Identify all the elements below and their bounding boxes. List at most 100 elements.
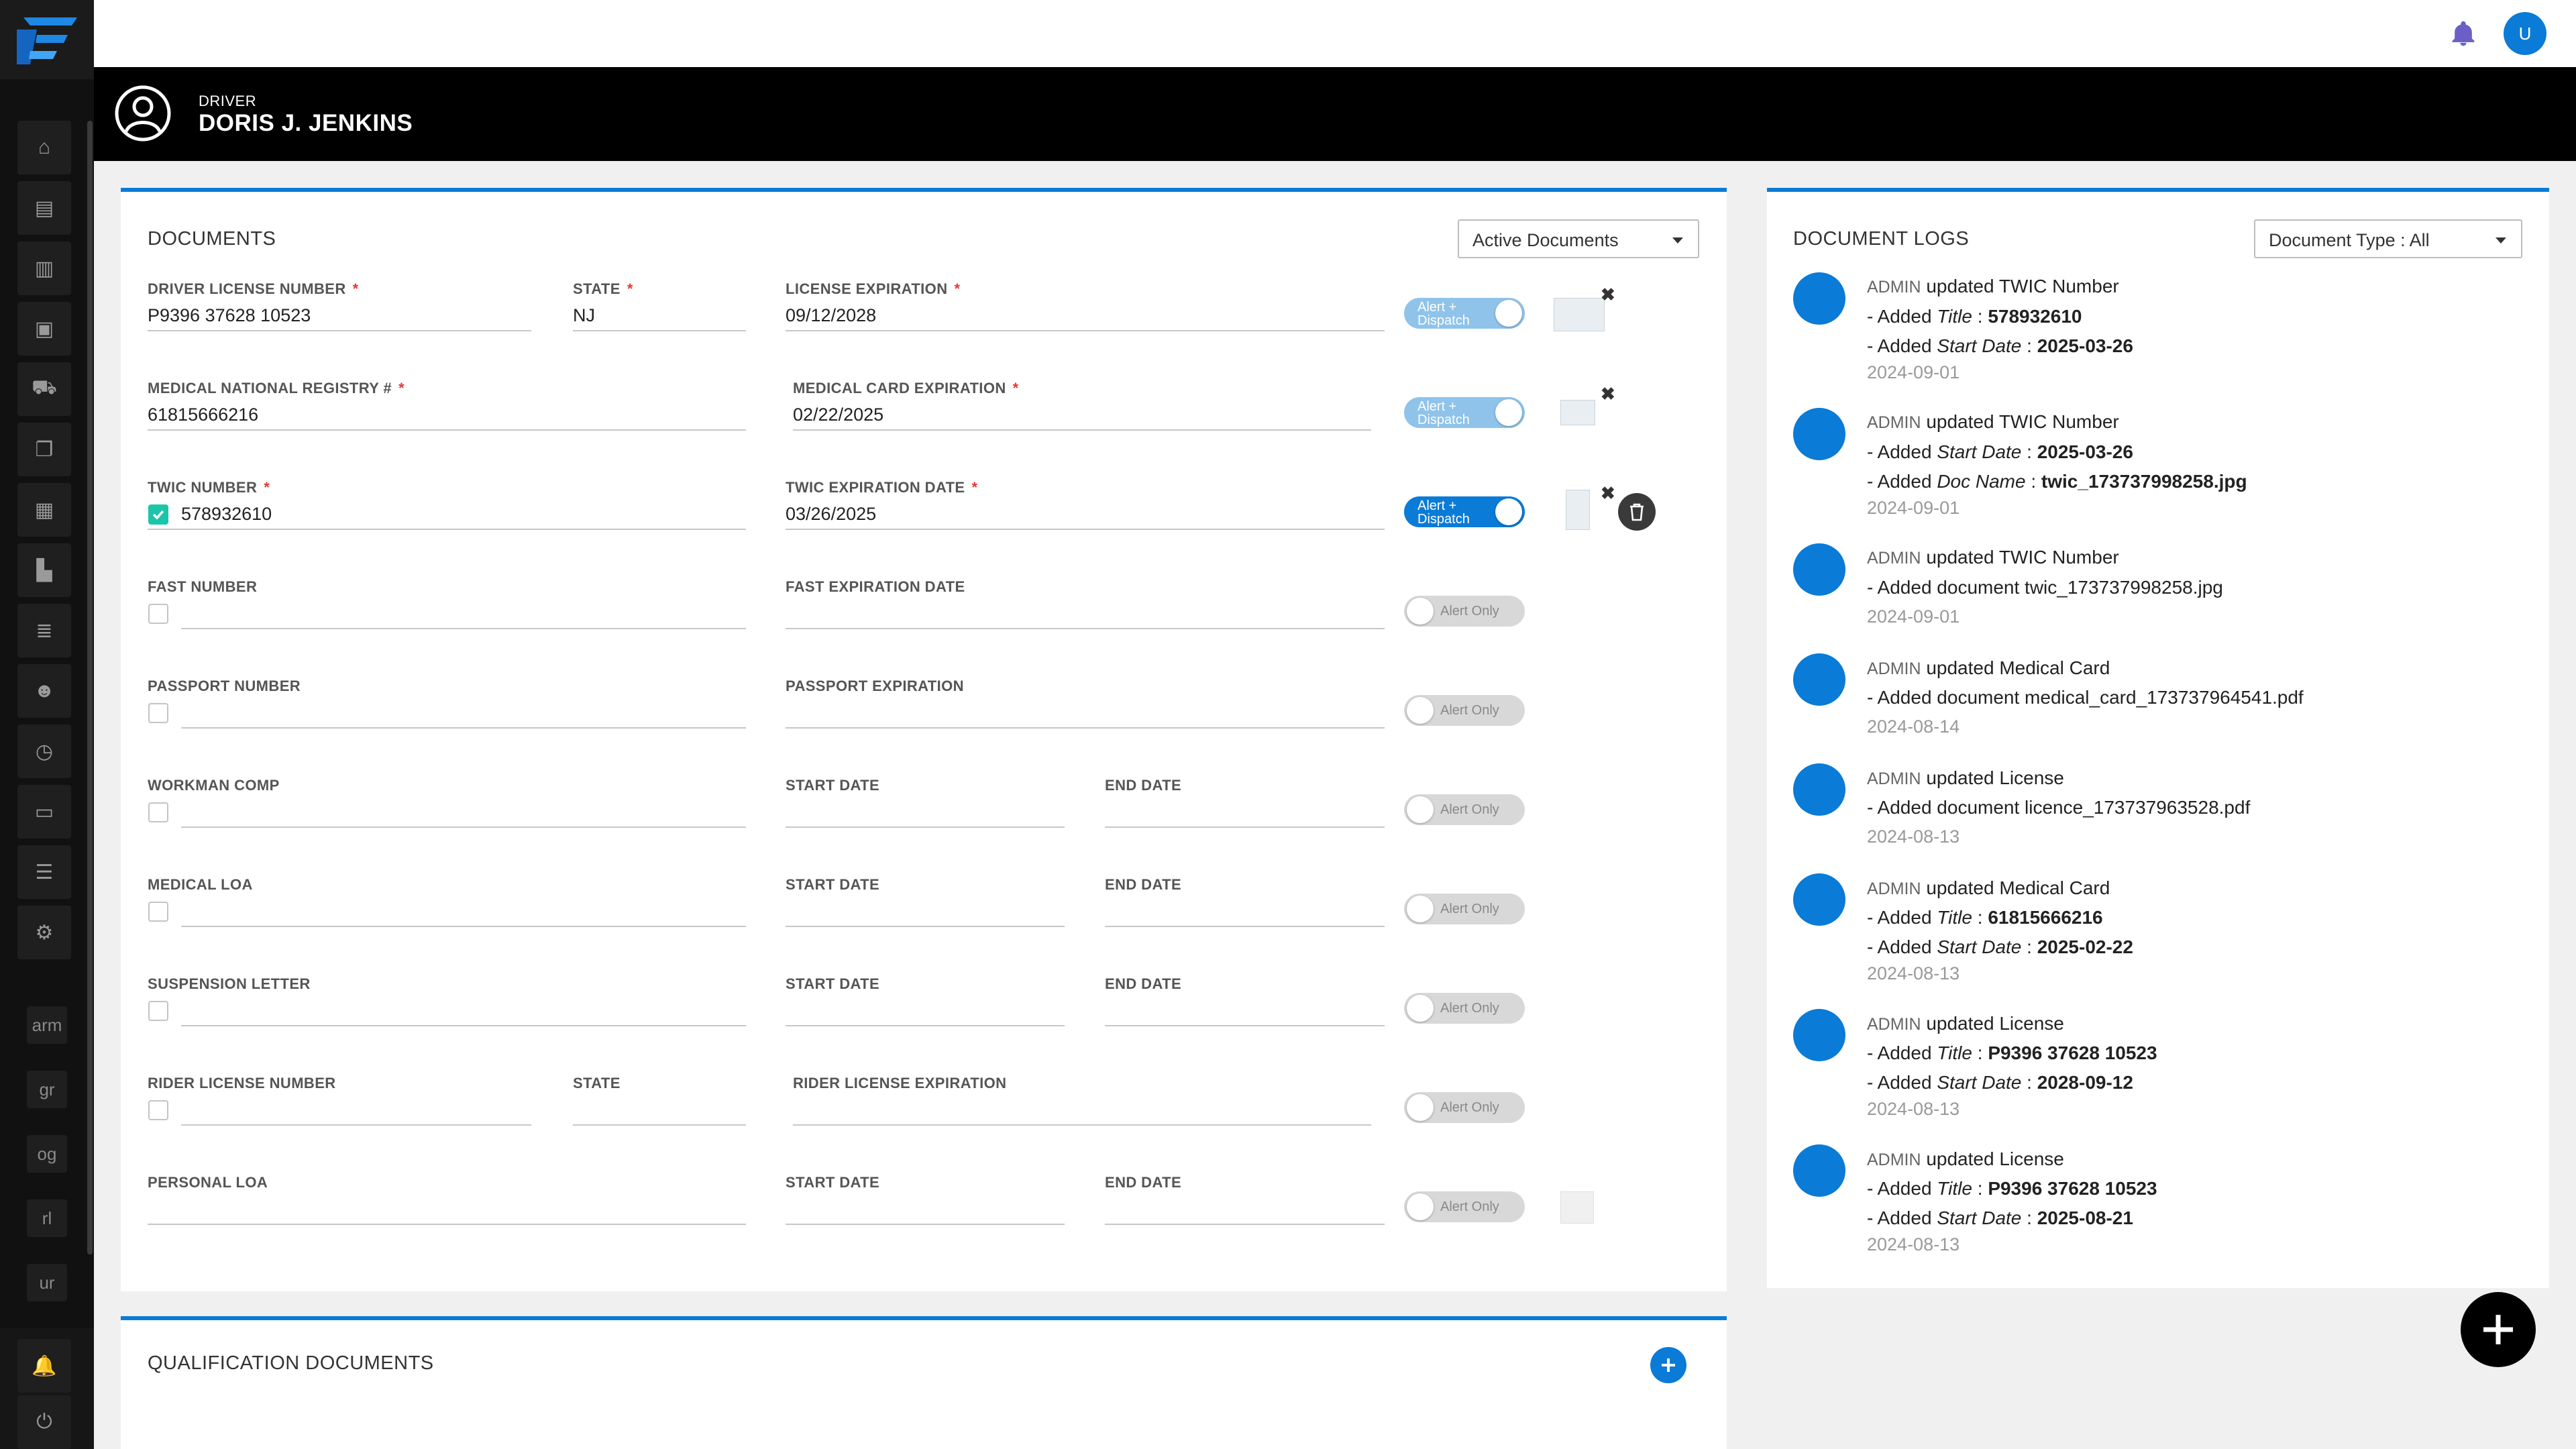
- calendar-icon[interactable]: ▦: [17, 483, 71, 537]
- fast-number-input[interactable]: [181, 628, 746, 629]
- rider-license-checkbox[interactable]: [148, 1100, 168, 1120]
- workman-end-date-label: END DATE: [1105, 777, 1182, 794]
- twic-checkbox[interactable]: [148, 504, 168, 525]
- power-icon[interactable]: ⏻: [17, 1395, 71, 1449]
- list-icon[interactable]: ≣: [17, 604, 71, 657]
- home-icon[interactable]: ⌂: [17, 121, 71, 174]
- upload-document-icon[interactable]: [1560, 1191, 1594, 1224]
- rider-license-expiration-input[interactable]: [793, 1124, 1371, 1126]
- log-entry-date: 2024-09-01: [1867, 362, 1960, 382]
- license-expiration-input[interactable]: 09/12/2028: [786, 305, 876, 326]
- workman-end-date-input[interactable]: [1105, 826, 1385, 828]
- card-icon[interactable]: ▭: [17, 785, 71, 839]
- twic-document-thumbnail[interactable]: [1566, 490, 1590, 530]
- personal-loa-input[interactable]: [148, 1224, 746, 1225]
- close-icon[interactable]: ✖: [1601, 483, 1615, 504]
- log-entry-date: 2024-08-13: [1867, 826, 1960, 847]
- fast-checkbox[interactable]: [148, 604, 168, 624]
- log-entry-date: 2024-09-01: [1867, 606, 1960, 627]
- medical-loa-input[interactable]: [181, 926, 746, 927]
- driver-license-input[interactable]: P9396 37628 10523: [148, 305, 311, 326]
- sidebar-scrollbar[interactable]: [87, 121, 93, 1254]
- suspension-letter-checkbox[interactable]: [148, 1001, 168, 1021]
- bell-icon[interactable]: [2449, 19, 2478, 48]
- medical-loa-checkbox[interactable]: [148, 902, 168, 922]
- twic-alert-toggle[interactable]: Alert + Dispatch: [1404, 496, 1525, 527]
- suspension-end-date-input[interactable]: [1105, 1025, 1385, 1026]
- passport-checkbox[interactable]: [148, 703, 168, 723]
- documents-card: [121, 188, 1727, 1291]
- driver-role-label: DRIVER: [199, 93, 257, 109]
- log-entry-detail: - Added Start Date : 2025-02-22: [1867, 936, 2133, 957]
- suspension-letter-label: SUSPENSION LETTER: [148, 975, 311, 992]
- passport-expiration-input[interactable]: [786, 727, 1385, 729]
- gear-icon[interactable]: ⚙: [17, 906, 71, 959]
- notification-icon[interactable]: 🔔: [17, 1339, 71, 1393]
- passport-alert-toggle[interactable]: Alert Only: [1404, 695, 1525, 726]
- money-icon[interactable]: ▣: [17, 302, 71, 356]
- state-input[interactable]: NJ: [573, 305, 595, 326]
- personal-loa-end-date-input[interactable]: [1105, 1224, 1385, 1225]
- fast-alert-toggle[interactable]: Alert Only: [1404, 596, 1525, 627]
- log-entry-detail: - Added Start Date : 2025-03-26: [1867, 441, 2133, 462]
- sidebar-item-ur[interactable]: ur: [27, 1264, 67, 1301]
- workman-comp-input[interactable]: [181, 826, 746, 828]
- fast-expiration-input[interactable]: [786, 628, 1385, 629]
- fast-number-label: FAST NUMBER: [148, 578, 258, 595]
- license-alert-toggle[interactable]: Alert + Dispatch: [1404, 298, 1525, 329]
- chart-icon[interactable]: ▙: [17, 543, 71, 597]
- suspension-start-date-label: START DATE: [786, 975, 880, 992]
- truck-icon[interactable]: ⛟: [17, 362, 71, 416]
- suspension-end-date-label: END DATE: [1105, 975, 1182, 992]
- active-documents-select[interactable]: Active Documents: [1458, 219, 1699, 258]
- medical-card-expiration-input[interactable]: 02/22/2025: [793, 405, 883, 425]
- documents-title: DOCUMENTS: [148, 228, 276, 250]
- log-entry-detail: - Added Start Date : 2025-03-26: [1867, 335, 2133, 356]
- medical-document-thumbnail[interactable]: [1560, 400, 1595, 425]
- suspension-alert-toggle[interactable]: Alert Only: [1404, 993, 1525, 1024]
- add-qualification-button[interactable]: [1650, 1347, 1686, 1383]
- passport-number-input[interactable]: [181, 727, 746, 729]
- medical-loa-start-date-input[interactable]: [786, 926, 1065, 927]
- license-document-thumbnail[interactable]: [1554, 298, 1605, 331]
- workman-start-date-input[interactable]: [786, 826, 1065, 828]
- medical-registry-input[interactable]: 61815666216: [148, 405, 258, 425]
- medical-loa-end-date-input[interactable]: [1105, 926, 1385, 927]
- close-icon[interactable]: ✖: [1601, 384, 1615, 405]
- sidebar-item-og[interactable]: og: [27, 1135, 67, 1173]
- suspension-letter-input[interactable]: [181, 1025, 746, 1026]
- medical-loa-label: MEDICAL LOA: [148, 876, 253, 893]
- clock-icon[interactable]: ◷: [17, 724, 71, 778]
- table-icon[interactable]: ☰: [17, 845, 71, 899]
- loads-icon[interactable]: ▥: [17, 241, 71, 295]
- workman-alert-toggle[interactable]: Alert Only: [1404, 794, 1525, 825]
- twic-expiration-input[interactable]: 03/26/2025: [786, 504, 876, 525]
- log-entry-header: ADMIN updated Medical Card: [1867, 877, 2110, 898]
- personal-loa-start-date-input[interactable]: [786, 1224, 1065, 1225]
- personal-loa-alert-toggle[interactable]: Alert Only: [1404, 1191, 1525, 1222]
- log-entry-detail: - Added Title : 61815666216: [1867, 907, 2103, 928]
- sidebar-item-rl[interactable]: rl: [27, 1199, 67, 1237]
- document-type-select[interactable]: Document Type : All: [2254, 219, 2522, 258]
- rider-license-input[interactable]: [181, 1124, 531, 1126]
- suspension-start-date-input[interactable]: [786, 1025, 1065, 1026]
- delete-button[interactable]: [1618, 493, 1656, 531]
- add-floating-button[interactable]: [2461, 1292, 2536, 1367]
- medical-alert-toggle[interactable]: Alert + Dispatch: [1404, 397, 1525, 428]
- copy-icon[interactable]: ❐: [17, 423, 71, 476]
- log-entry-detail: - Added document twic_173737998258.jpg: [1867, 577, 2223, 598]
- rider-state-input[interactable]: [573, 1124, 746, 1126]
- rider-alert-toggle[interactable]: Alert Only: [1404, 1092, 1525, 1123]
- sidebar-item-arm[interactable]: arm: [27, 1006, 67, 1044]
- user-avatar[interactable]: U: [2504, 12, 2546, 55]
- users-icon[interactable]: ☻: [17, 664, 71, 718]
- twic-number-input[interactable]: 578932610: [181, 504, 272, 525]
- orders-icon[interactable]: ▤: [17, 181, 71, 235]
- close-icon[interactable]: ✖: [1601, 284, 1615, 305]
- twic-expiration-underline: [786, 529, 1385, 530]
- twic-number-underline: [148, 529, 746, 530]
- workman-comp-checkbox[interactable]: [148, 802, 168, 822]
- app-logo[interactable]: [0, 0, 94, 79]
- sidebar-item-gr[interactable]: gr: [27, 1071, 67, 1108]
- medical-loa-alert-toggle[interactable]: Alert Only: [1404, 894, 1525, 924]
